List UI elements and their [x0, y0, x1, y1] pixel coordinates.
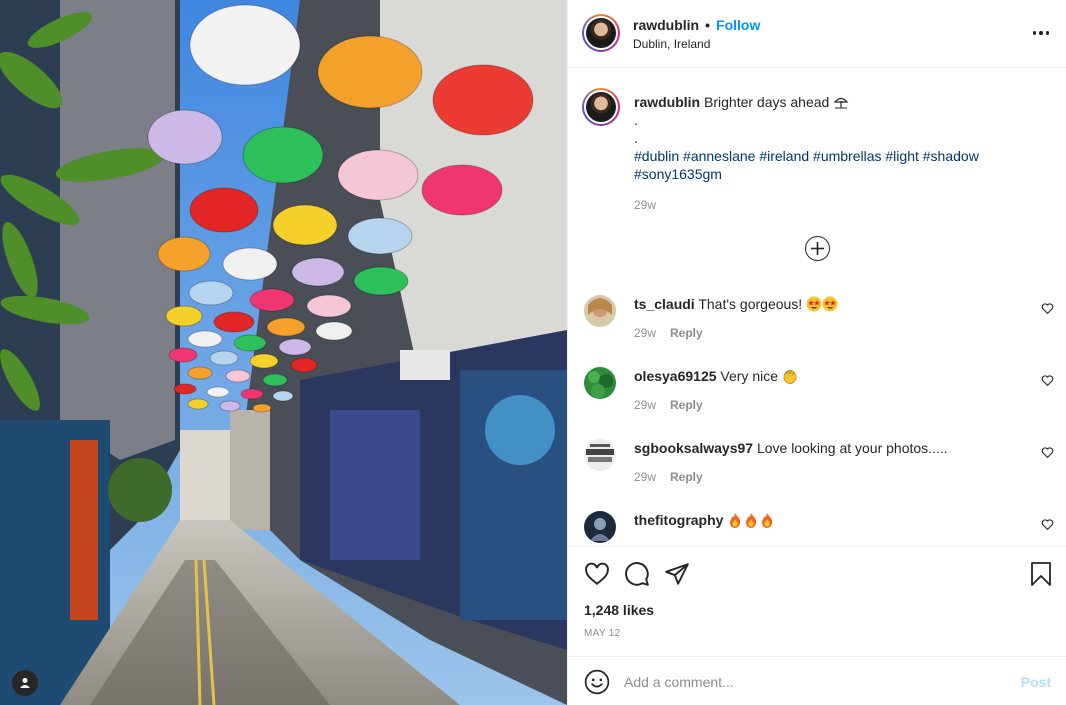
caption-hashtags[interactable]: #dublin #anneslane #ireland #umbrellas #…	[634, 147, 1034, 165]
heart-icon[interactable]	[584, 561, 610, 587]
caption-avatar[interactable]	[582, 88, 620, 126]
caption-line-3: .	[634, 130, 638, 146]
post-location[interactable]: Dublin, Ireland	[633, 37, 710, 51]
more-options-icon[interactable]	[1032, 31, 1049, 35]
author-username[interactable]: rawdublin	[633, 17, 699, 33]
paper-plane-icon[interactable]	[664, 561, 690, 587]
commenter-avatar[interactable]	[584, 439, 616, 471]
umbrella-street-image	[0, 0, 567, 705]
commenter-username[interactable]: sgbooksalways97	[634, 440, 753, 456]
reply-button[interactable]: Reply	[670, 326, 703, 340]
star-struck-emoji-icon	[806, 296, 822, 312]
fire-emoji-icon	[762, 513, 773, 528]
comment-item: olesya69125 Very nice 29w Reply	[584, 364, 1054, 424]
comments-list[interactable]: rawdublin Brighter days ahead . . #dubli…	[568, 69, 1066, 545]
comment-heart-icon[interactable]	[1041, 374, 1054, 387]
comment-item: ts_claudi That's gorgeous! 29w Reply	[584, 292, 1054, 352]
author-avatar[interactable]	[582, 14, 620, 52]
caption-line-2: .	[634, 112, 638, 128]
caption-text: Brighter days ahead	[704, 94, 830, 110]
add-comment-input[interactable]	[624, 669, 1004, 695]
beach-umbrella-icon	[833, 97, 849, 109]
post-caption: rawdublin Brighter days ahead . . #dubli…	[634, 93, 1034, 214]
commenter-username[interactable]: ts_claudi	[634, 296, 695, 312]
bookmark-icon[interactable]	[1029, 561, 1053, 587]
post-header: rawdublin • Follow Dublin, Ireland	[568, 0, 1066, 68]
comment-text: That's gorgeous!	[698, 296, 803, 312]
plus-circle-icon[interactable]	[805, 236, 830, 261]
post-actions: 1,248 likes MAY 12	[568, 546, 1066, 656]
separator-dot: •	[705, 17, 711, 33]
follow-button[interactable]: Follow	[716, 17, 760, 33]
commenter-avatar[interactable]	[584, 295, 616, 327]
commenter-avatar[interactable]	[584, 367, 616, 399]
caption-username[interactable]: rawdublin	[634, 94, 700, 110]
comment-heart-icon[interactable]	[1041, 446, 1054, 459]
comment-item: thefitography	[584, 508, 1054, 545]
commenter-username[interactable]: olesya69125	[634, 368, 717, 384]
post-comment-button[interactable]: Post	[1021, 674, 1051, 690]
reply-button[interactable]: Reply	[670, 470, 703, 484]
star-struck-emoji-icon	[822, 296, 838, 312]
add-comment-bar: Post	[568, 656, 1066, 705]
post-photo[interactable]	[0, 0, 567, 705]
comment-item: sgbooksalways97 Love looking at your pho…	[584, 436, 1054, 496]
user-tag-icon[interactable]	[12, 670, 38, 696]
comment-timestamp: 29w	[634, 398, 657, 412]
commenter-avatar[interactable]	[584, 511, 616, 543]
caption-hashtags-2[interactable]: #sony1635gm	[634, 165, 1034, 183]
comment-text: Very nice	[720, 368, 779, 384]
fire-emoji-icon	[746, 513, 757, 528]
likes-count[interactable]: 1,248 likes	[584, 602, 654, 618]
caption-timestamp: 29w	[634, 198, 657, 212]
comment-bubble-icon[interactable]	[624, 561, 650, 587]
comment-timestamp: 29w	[634, 326, 657, 340]
comment-heart-icon[interactable]	[1041, 302, 1054, 315]
comment-timestamp: 29w	[634, 470, 657, 484]
smiley-icon[interactable]	[584, 669, 610, 695]
post-side-panel: rawdublin • Follow Dublin, Ireland rawdu…	[567, 0, 1066, 705]
reply-button[interactable]: Reply	[670, 398, 703, 412]
comment-heart-icon[interactable]	[1041, 518, 1054, 531]
comment-text: Love looking at your photos.....	[756, 440, 948, 456]
commenter-username[interactable]: thefitography	[634, 512, 723, 528]
fire-emoji-icon	[730, 513, 741, 528]
post-date: MAY 12	[584, 628, 621, 639]
clapping-hands-emoji-icon	[783, 369, 797, 384]
